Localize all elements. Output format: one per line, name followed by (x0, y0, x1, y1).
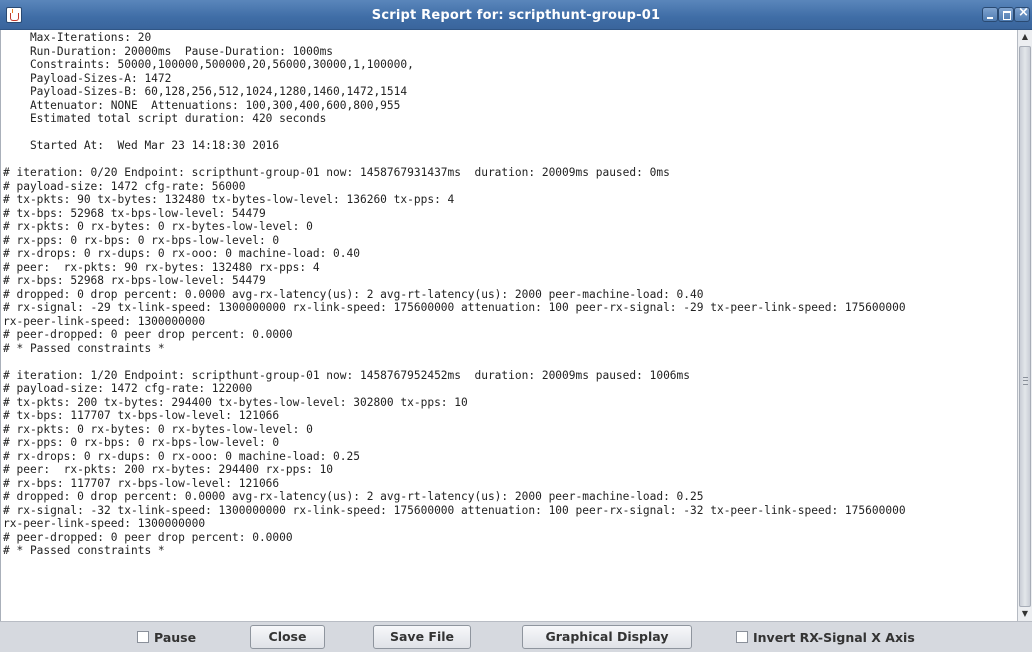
report-line (3, 126, 906, 140)
report-line: rx-peer-link-speed: 1300000000 (3, 517, 206, 530)
grip-icon (1023, 377, 1028, 385)
close-window-icon[interactable] (1014, 6, 1030, 22)
pause-checkbox[interactable]: Pause (137, 630, 207, 646)
report-line: Estimated total script duration: 420 sec… (3, 112, 327, 125)
vertical-scrollbar[interactable]: ▲ ▼ (1017, 30, 1032, 621)
report-line: # payload-size: 1472 cfg-rate: 122000 (3, 382, 253, 395)
minimize-icon[interactable] (982, 7, 998, 22)
scroll-up-arrow-icon[interactable]: ▲ (1018, 30, 1032, 44)
report-text-area[interactable]: Max-Iterations: 20 Run-Duration: 20000ms… (0, 30, 1017, 621)
report-line: # rx-drops: 0 rx-dups: 0 rx-ooo: 0 machi… (3, 247, 360, 260)
title-bar[interactable]: Script Report for: scripthunt-group-01 (0, 0, 1032, 30)
report-line: # iteration: 0/20 Endpoint: scripthunt-g… (3, 166, 670, 179)
scroll-down-arrow-icon[interactable]: ▼ (1018, 607, 1032, 621)
report-line: # rx-signal: -29 tx-link-speed: 13000000… (3, 301, 906, 314)
window-title: Script Report for: scripthunt-group-01 (371, 8, 661, 23)
report-line: # * Passed constraints * (3, 544, 165, 557)
report-line: # dropped: 0 drop percent: 0.0000 avg-rx… (3, 287, 704, 301)
pause-label: Pause (154, 630, 197, 645)
report-line: # tx-pkts: 200 tx-bytes: 294400 tx-bytes… (3, 395, 468, 409)
report-line: # rx-bps: 117707 rx-bps-low-level: 12106… (3, 476, 280, 490)
checkbox-icon[interactable] (736, 631, 748, 643)
report-line: # rx-drops: 0 rx-dups: 0 rx-ooo: 0 machi… (3, 449, 360, 463)
report-line: Started At: Wed Mar 23 14:18:30 2016 (3, 139, 280, 152)
report-line: Payload-Sizes-B: 60,128,256,512,1024,128… (3, 85, 408, 98)
report-line: # tx-pkts: 90 tx-bytes: 132480 tx-bytes-… (3, 193, 455, 206)
invert-rx-signal-label: Invert RX-Signal X Axis (753, 630, 915, 645)
report-line: # iteration: 1/20 Endpoint: scripthunt-g… (3, 368, 691, 382)
report-line: # * Passed constraints * (3, 341, 165, 355)
checkbox-icon[interactable] (137, 631, 149, 643)
report-line: Attenuator: NONE Attenuations: 100,300,4… (3, 98, 401, 112)
close-button[interactable]: Close (250, 625, 325, 649)
report-line: # rx-pkts: 0 rx-bytes: 0 rx-bytes-low-le… (3, 422, 313, 436)
graphical-display-button[interactable]: Graphical Display (522, 625, 692, 649)
report-line: # peer-dropped: 0 peer drop percent: 0.0… (3, 328, 293, 341)
report-line: Max-Iterations: 20 (3, 31, 152, 44)
report-line: # dropped: 0 drop percent: 0.0000 avg-rx… (3, 490, 704, 503)
report-line: Payload-Sizes-A: 1472 (3, 71, 172, 85)
script-report-window: Script Report for: scripthunt-group-01 M… (0, 0, 1032, 652)
report-line: # peer: rx-pkts: 90 rx-bytes: 132480 rx-… (3, 260, 320, 274)
save-file-button[interactable]: Save File (373, 625, 471, 649)
scroll-thumb[interactable] (1019, 46, 1031, 607)
report-line: # rx-signal: -32 tx-link-speed: 13000000… (3, 503, 906, 517)
report-line (3, 153, 906, 167)
report-line: # rx-pkts: 0 rx-bytes: 0 rx-bytes-low-le… (3, 220, 313, 233)
maximize-icon[interactable] (998, 7, 1014, 22)
report-line: # tx-bps: 52968 tx-bps-low-level: 54479 (3, 206, 266, 220)
report-line: # rx-bps: 52968 rx-bps-low-level: 54479 (3, 274, 266, 287)
report-line: # tx-bps: 117707 tx-bps-low-level: 12106… (3, 409, 280, 422)
invert-rx-signal-checkbox[interactable]: Invert RX-Signal X Axis (736, 630, 936, 646)
report-line: # rx-pps: 0 rx-bps: 0 rx-bps-low-level: … (3, 233, 280, 247)
report-line (3, 355, 906, 369)
report-line: # payload-size: 1472 cfg-rate: 56000 (3, 179, 246, 193)
report-lines: Max-Iterations: 20 Run-Duration: 20000ms… (3, 31, 906, 558)
report-line: # peer-dropped: 0 peer drop percent: 0.0… (3, 530, 293, 544)
report-line: Run-Duration: 20000ms Pause-Duration: 10… (3, 44, 334, 58)
report-line: Constraints: 50000,100000,500000,20,5600… (3, 58, 414, 71)
report-line: rx-peer-link-speed: 1300000000 (3, 314, 206, 328)
button-bar: Pause Close Save File Graphical Display … (0, 621, 1032, 652)
report-line: # peer: rx-pkts: 200 rx-bytes: 294400 rx… (3, 463, 334, 476)
report-line: # rx-pps: 0 rx-bps: 0 rx-bps-low-level: … (3, 436, 280, 449)
